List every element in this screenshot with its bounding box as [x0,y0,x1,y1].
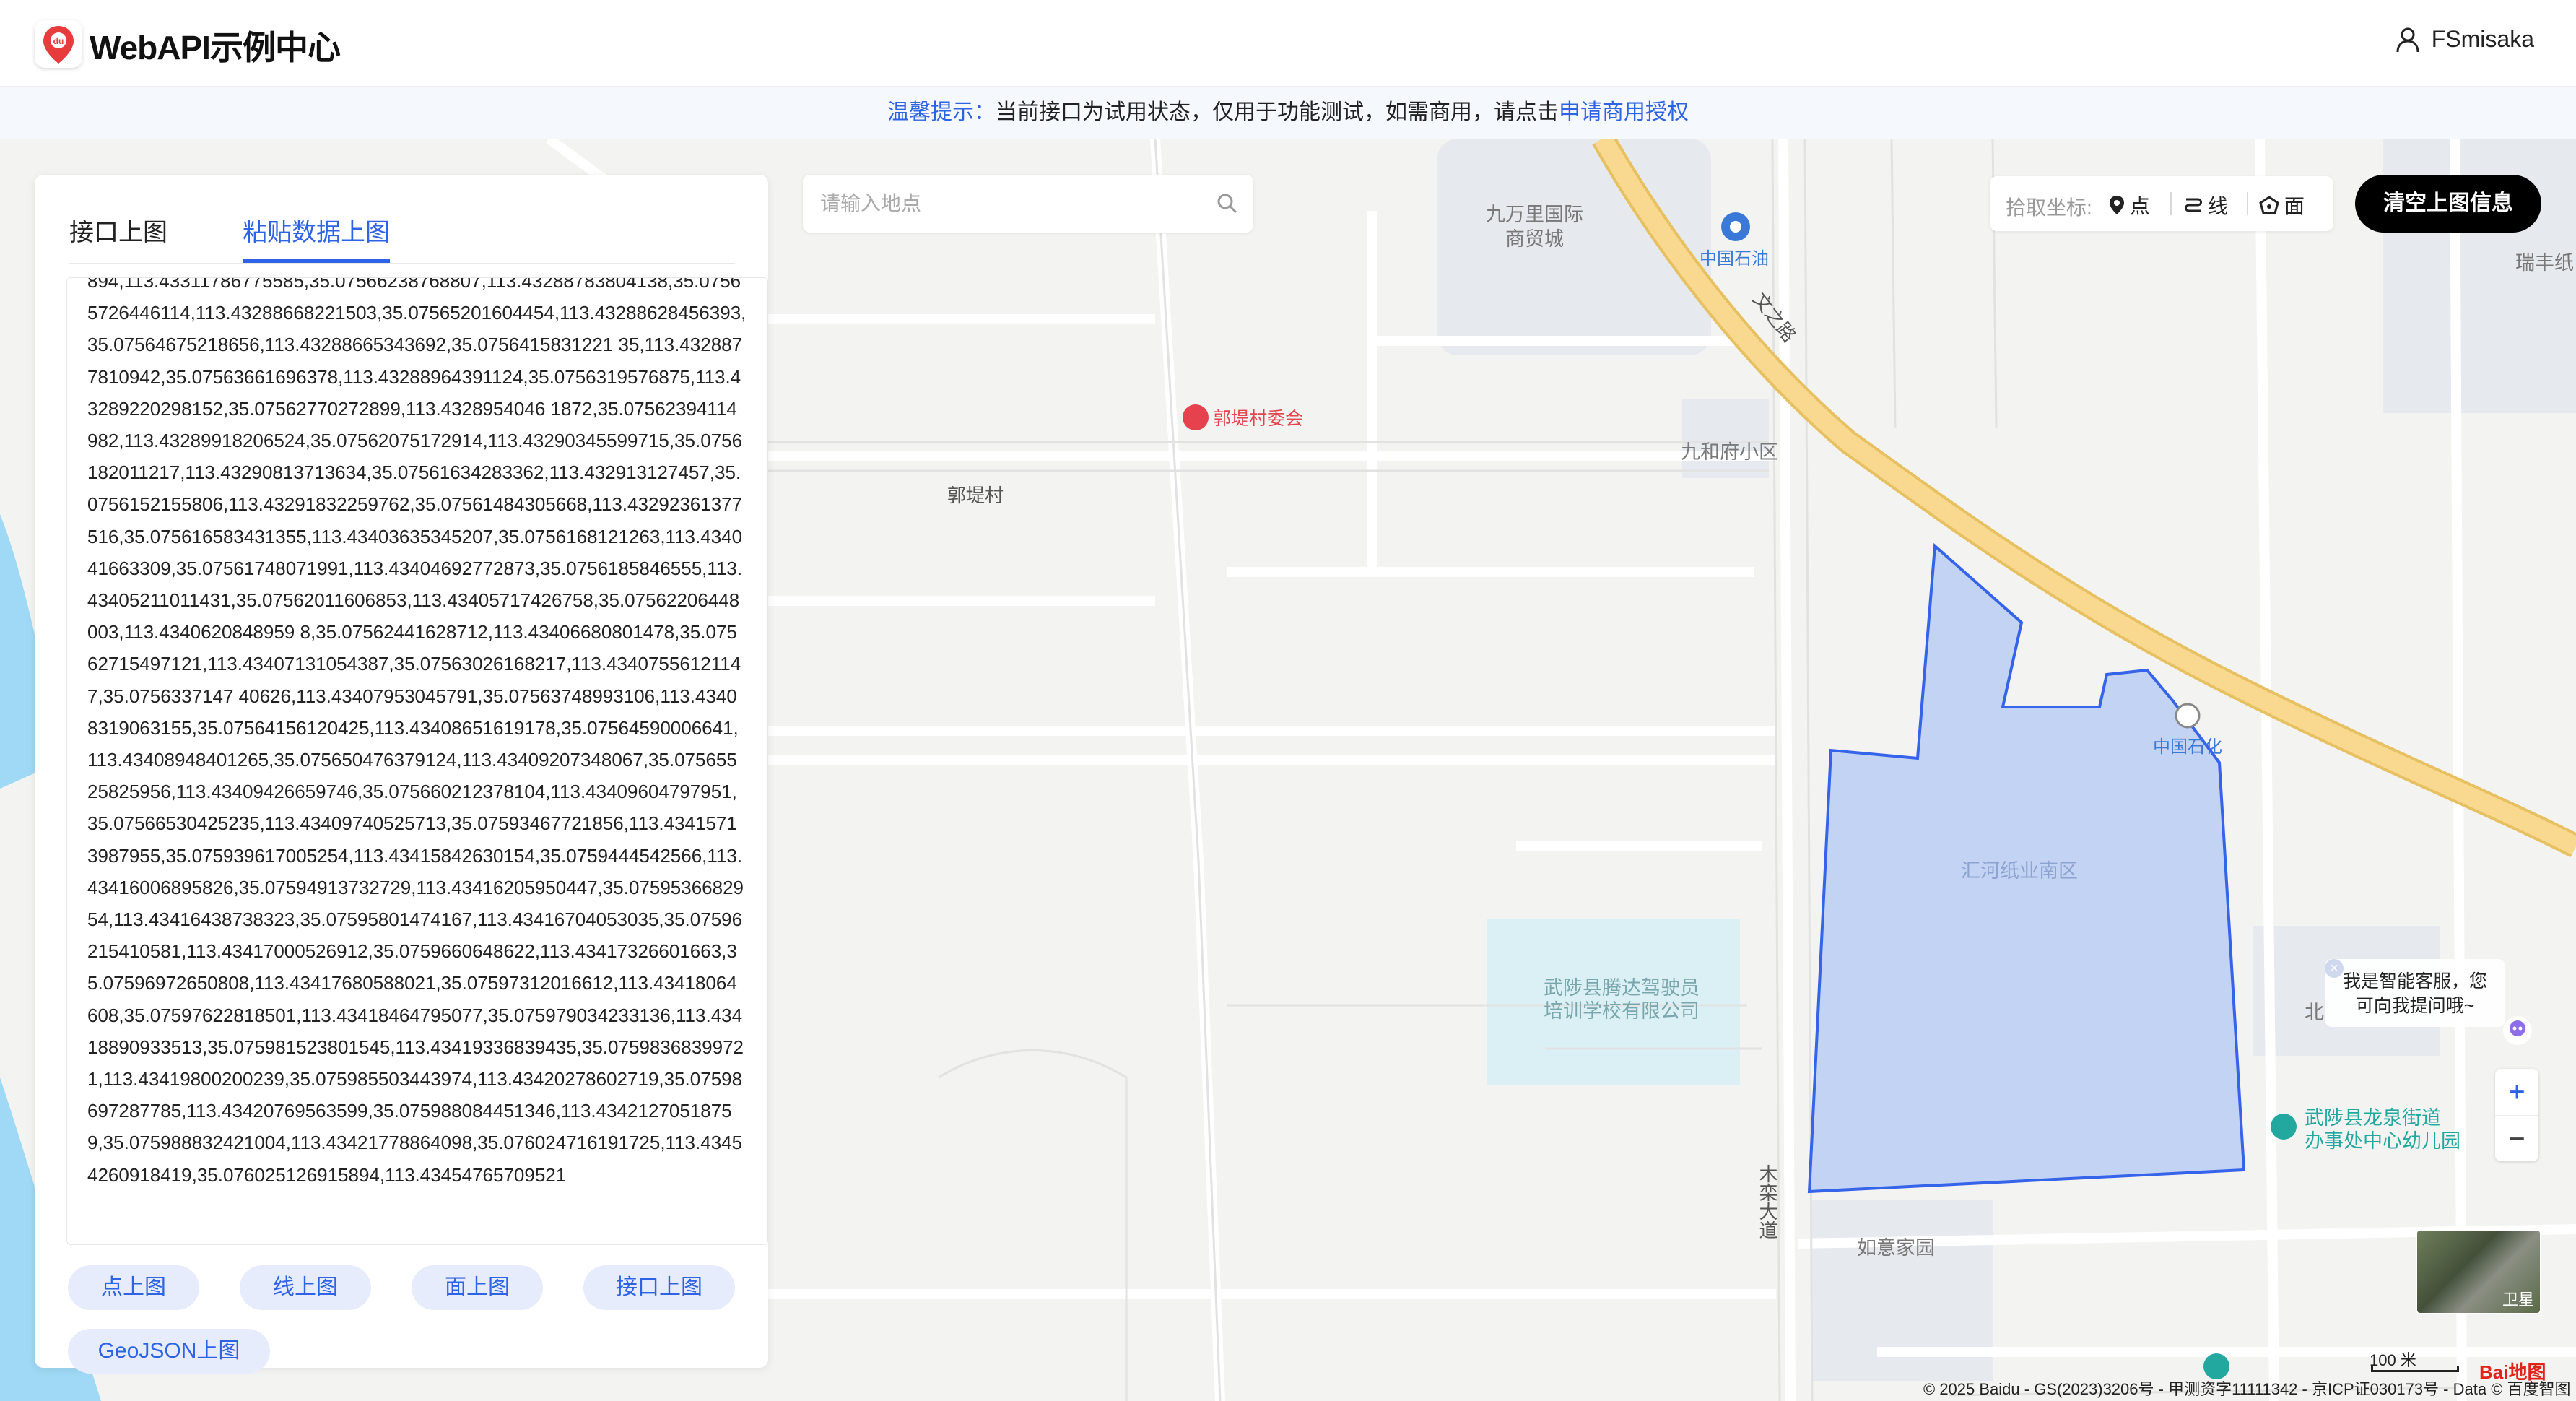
notice-text: 当前接口为试用状态，仅用于功能测试，如需商用，请点击 [996,100,1559,124]
map-label-ruyi: 如意家园 [1857,1237,1935,1259]
line-icon [2185,198,2202,212]
satellite-toggle[interactable]: 卫星 [2416,1229,2541,1314]
plot-polygon-button[interactable]: 面上图 [412,1265,543,1310]
map-label-ruifeng: 瑞丰纸 [2515,252,2574,274]
assistant-line-1: 我是智能客服，您 [2342,971,2487,992]
map-label-sinopec-oil[interactable]: 中国石油 [1700,244,1769,269]
tab-paste-data-plot[interactable]: 粘贴数据上图 [243,212,390,263]
app-title: WebAPI示例中心 [90,29,341,66]
pin-icon [2110,196,2124,214]
pick-divider [2247,192,2248,215]
pick-point-button[interactable]: 点 [2108,191,2150,220]
data-input-panel: 接口上图 粘贴数据上图 894,113.43311786775585,35.07… [35,175,768,1374]
username: FSmisaka [2431,26,2534,52]
map-pin-logo-icon: du [43,26,74,64]
notice-label: 温馨提示： [887,100,996,124]
zoom-out-button[interactable]: − [2495,1115,2538,1161]
search-icon[interactable] [1216,192,1239,215]
assistant-line-2: 可向我提问哦~ [2355,996,2475,1016]
close-icon[interactable]: × [2325,959,2344,978]
baidu-map-logo: Bai地图 [2479,1361,2546,1383]
pick-coordinates-toolbar: 拾取坐标: 点 线 面 [1990,176,2333,231]
map-label-guodi-village: 郭堤村 [947,485,1004,506]
ai-assistant-bubble[interactable]: × 我是智能客服，您 可向我提问哦~ [2325,959,2505,1027]
pick-label: 拾取坐标: [2006,196,2092,219]
map-label-paper-park: 汇河纸业南区 [1961,860,2078,882]
search-input[interactable] [820,188,1196,220]
scale-bar [2371,1366,2459,1372]
app-logo[interactable]: du [35,20,82,68]
coordinates-textarea[interactable]: 894,113.43311786775585,35.07566238768807… [66,277,768,1245]
map-label-sinopec[interactable]: 中国石化 [2153,732,2222,758]
coordinates-text: 894,113.43311786775585,35.07566238768807… [87,277,747,1186]
map-label-kindergarten[interactable]: 武陟县龙泉街道 办事处中心幼儿园 [2305,1106,2460,1153]
commercial-license-link[interactable]: 申请商用授权 [1559,100,1689,124]
polygon-icon [2259,196,2279,214]
zoom-control: + − [2495,1069,2538,1161]
map-label-driving-school: 武陟县腾达驾驶员 培训学校有限公司 [1544,977,1700,1022]
pick-divider [2170,192,2172,215]
pick-polygon-button[interactable]: 面 [2258,191,2305,220]
plot-geojson-button[interactable]: GeoJSON上图 [68,1329,270,1374]
map-label-bei: 北 [2305,1002,2324,1023]
plot-line-button[interactable]: 线上图 [240,1265,371,1310]
user-menu[interactable]: FSmisaka [2396,26,2534,53]
pick-line-button[interactable]: 线 [2183,191,2228,220]
notice-bar: 温馨提示：当前接口为试用状态，仅用于功能测试，如需商用，请点击申请商用授权 [0,87,2576,139]
plot-point-button[interactable]: 点上图 [68,1265,199,1310]
map-label-jiuhe: 九和府小区 [1681,441,1778,463]
assistant-robot-icon[interactable] [2502,1015,2533,1046]
clear-plot-button[interactable]: 清空上图信息 [2355,175,2541,233]
satellite-label: 卫星 [2502,1291,2534,1309]
map-label-mulan-road: 木栾大道 [1757,1164,1778,1239]
app-header: du WebAPI示例中心 FSmisaka [0,0,2576,87]
map-label-jiuwanli: 九万里国际 商贸城 [1486,204,1583,250]
user-icon [2396,27,2419,52]
panel-tabs: 接口上图 粘贴数据上图 [69,194,735,264]
svg-text:du: du [53,36,64,46]
map-label-guodi-committee[interactable]: 郭堤村委会 [1213,404,1303,430]
zoom-in-button[interactable]: + [2495,1069,2538,1115]
location-search [803,175,1253,233]
plot-api-button[interactable]: 接口上图 [583,1265,735,1310]
tab-api-plot[interactable]: 接口上图 [69,212,167,263]
map-copyright: © 2025 Baidu - GS(2023)3206号 - 甲测资字11111… [1923,1380,2571,1398]
